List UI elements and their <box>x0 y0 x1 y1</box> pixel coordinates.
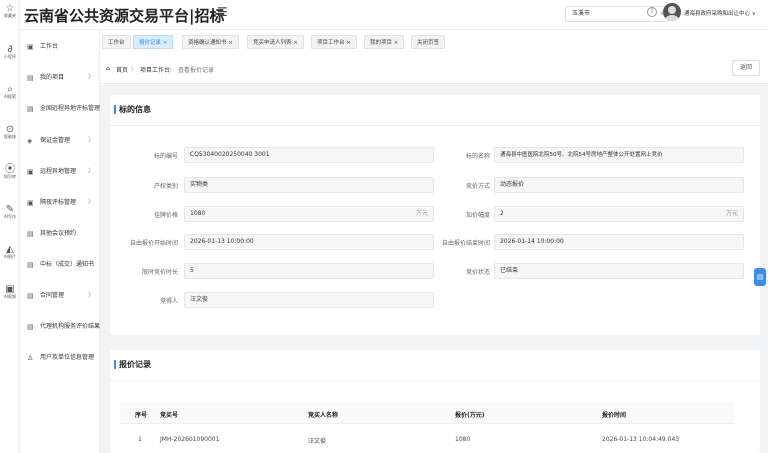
page-tabs: 工作台 报价记录 × 资格确认通知书 × 竞买申请人列表 × 项目工作台 × 我… <box>100 35 768 51</box>
chevron-right-icon: 〉 <box>88 137 95 144</box>
col-header-time: 报价时间 <box>602 412 627 419</box>
price-step-field: 2 万元 <box>494 206 744 222</box>
col-header-price: 报价(万元) <box>455 412 485 419</box>
col-header-index: 序号 <box>135 412 148 419</box>
tab-close-tabs[interactable]: 关闭页签 <box>411 35 446 49</box>
rail-ai-writing[interactable]: ✎ AI写作 <box>0 204 20 221</box>
rail-ai-image[interactable]: ◭ AI图片 <box>0 244 20 261</box>
menu-item-overnight-eval[interactable]: ▣ 隔夜评标管理 〉 <box>20 193 100 213</box>
back-button[interactable]: 返回 <box>732 60 760 76</box>
breadcrumb-current: 查看报价记录 <box>178 67 215 74</box>
rail-favorites[interactable]: ☆ 收藏夹 <box>0 3 20 20</box>
pen-icon: ✎ <box>5 204 15 215</box>
menu-item-remote-bid-eval[interactable]: ▤ 全国远程异地评标管理 <box>20 99 100 119</box>
breadcrumb-project-workbench[interactable]: 项目工作台 <box>140 65 170 74</box>
chevron-right-icon: 〉 <box>88 168 95 175</box>
listing-price-field: 1080 万元 <box>184 206 434 222</box>
tab-my-projects[interactable]: 我的项目 × <box>364 35 405 49</box>
end-time-field: 2026-01-14 10:00:00 <box>494 234 744 250</box>
biaodi-name-field: 通海县中医医院北院50号、北院54号房地产整体公开处置网上竞价 <box>494 147 744 163</box>
site-title: 云南省公共资源交易平台|招标 <box>24 7 225 25</box>
tab-qualification-notice[interactable]: 资格确认通知书 × <box>182 35 239 49</box>
document-icon: ▤ <box>27 230 34 238</box>
deposit-icon: ◈ <box>27 137 33 145</box>
limit-duration-field: 5 <box>184 263 434 279</box>
menu-item-workbench[interactable]: ▣ 工作台 <box>20 37 100 57</box>
menu-item-deposit[interactable]: ◈ 保证金管理 〉 <box>20 131 100 151</box>
winner-field: 汪文俊 <box>184 292 434 308</box>
menu-item-agency-eval[interactable]: ▤ 代理机构服务评价结果 <box>20 317 100 337</box>
app-rail: ☆ 收藏夹 ∂ 小程序 ⌕ AI搜索 ⊙ 智能体 ⦿ 知识库 ✎ AI写作 ◭ … <box>0 0 20 453</box>
biaodi-no-field: CQ53040020250040 3001 <box>184 147 434 163</box>
tab-workbench[interactable]: 工作台 <box>102 35 131 49</box>
section-title: 标的信息 <box>114 105 151 114</box>
manage-icon: ▣ <box>27 199 34 207</box>
menu-toggle-icon[interactable]: ☰ <box>217 5 228 19</box>
side-menu: ▣ 工作台 ▤ 我的项目 〉 ▤ 全国远程异地评标管理 ◈ 保证金管理 〉 ▣ … <box>20 30 100 453</box>
top-header: 云南省公共资源交易平台|招标 ☰ 玉溪市 ∨ ? 通海县政府采购和出让中心 ∨ <box>20 0 768 30</box>
document-icon: ▤ <box>27 261 34 269</box>
agent-icon: ⊙ <box>5 124 15 135</box>
tab-bid-records[interactable]: 报价记录 × <box>133 35 174 49</box>
workbench-icon: ▣ <box>27 43 34 51</box>
help-icon[interactable]: ? <box>647 7 657 17</box>
tab-applicant-list[interactable]: 竞买申请人列表 × <box>247 35 304 49</box>
start-time-field: 2026-01-13 10:00:00 <box>184 234 434 250</box>
bid-method-field: 动态报价 <box>494 177 744 193</box>
user-menu[interactable]: 通海县政府采购和出让中心 ∨ <box>684 9 756 17</box>
section-title: 报价记录 <box>114 360 151 369</box>
manage-icon: ▣ <box>27 168 34 176</box>
knowledge-icon: ⦿ <box>5 164 15 175</box>
video-icon: ▣ <box>5 284 15 295</box>
home-icon[interactable]: ⌂ <box>106 65 110 72</box>
rail-ai-video[interactable]: ▣ AI视频 <box>0 284 20 301</box>
breadcrumb: ⌂ 首页 〉 项目工作台 〉 查看报价记录 返回 <box>100 56 768 84</box>
floating-panel-icon[interactable]: ▤ <box>754 268 766 286</box>
document-icon: ▤ <box>27 74 34 82</box>
document-icon: ▤ <box>27 292 34 300</box>
rail-agent[interactable]: ⊙ 智能体 <box>0 124 20 141</box>
rail-knowledge[interactable]: ⦿ 知识库 <box>0 164 20 181</box>
rights-field: 实物类 <box>184 177 434 193</box>
menu-item-user-info[interactable]: ♙ 用户及单位信息管理 <box>20 348 100 368</box>
menu-item-award-notice[interactable]: ▤ 中标（成交）通知书 <box>20 255 100 275</box>
mini-program-icon: ∂ <box>7 44 13 55</box>
rail-mini-program[interactable]: ∂ 小程序 <box>0 44 20 61</box>
document-icon: ▤ <box>27 323 34 331</box>
breadcrumb-home[interactable]: 首页 <box>116 65 128 74</box>
document-icon: ▤ <box>27 105 34 113</box>
star-icon: ☆ <box>5 3 15 14</box>
col-header-bidder-name: 竞买人名称 <box>308 412 339 419</box>
bid-status-field: 已结束 <box>494 263 744 279</box>
menu-item-contract[interactable]: ▤ 合同管理 〉 <box>20 286 100 306</box>
avatar[interactable] <box>663 3 681 21</box>
table-header <box>120 402 734 424</box>
chevron-right-icon: 〉 <box>88 199 95 206</box>
chevron-right-icon: 〉 <box>88 74 95 81</box>
tab-project-workbench[interactable]: 项目工作台 × <box>311 35 357 49</box>
bid-records-card: 报价记录 序号 竞买号 竞买人名称 报价(万元) 报价时间 1 JMH-2026… <box>110 350 760 453</box>
col-header-bidder-no: 竞买号 <box>160 412 179 419</box>
chevron-right-icon: 〉 <box>88 292 95 299</box>
search-icon: ⌕ <box>7 84 13 95</box>
menu-item-remote-manage[interactable]: ▣ 远程异地管理 〉 <box>20 162 100 182</box>
user-icon: ♙ <box>27 354 34 362</box>
rail-ai-search[interactable]: ⌕ AI搜索 <box>0 84 20 101</box>
biaodi-info-card: 标的信息 标的编号 CQ53040020250040 3001 标的名称 通海县… <box>110 95 760 335</box>
menu-item-meeting[interactable]: ▤ 其他会议预约 <box>20 224 100 244</box>
image-icon: ◭ <box>6 244 14 255</box>
menu-item-my-projects[interactable]: ▤ 我的项目 〉 <box>20 68 100 88</box>
